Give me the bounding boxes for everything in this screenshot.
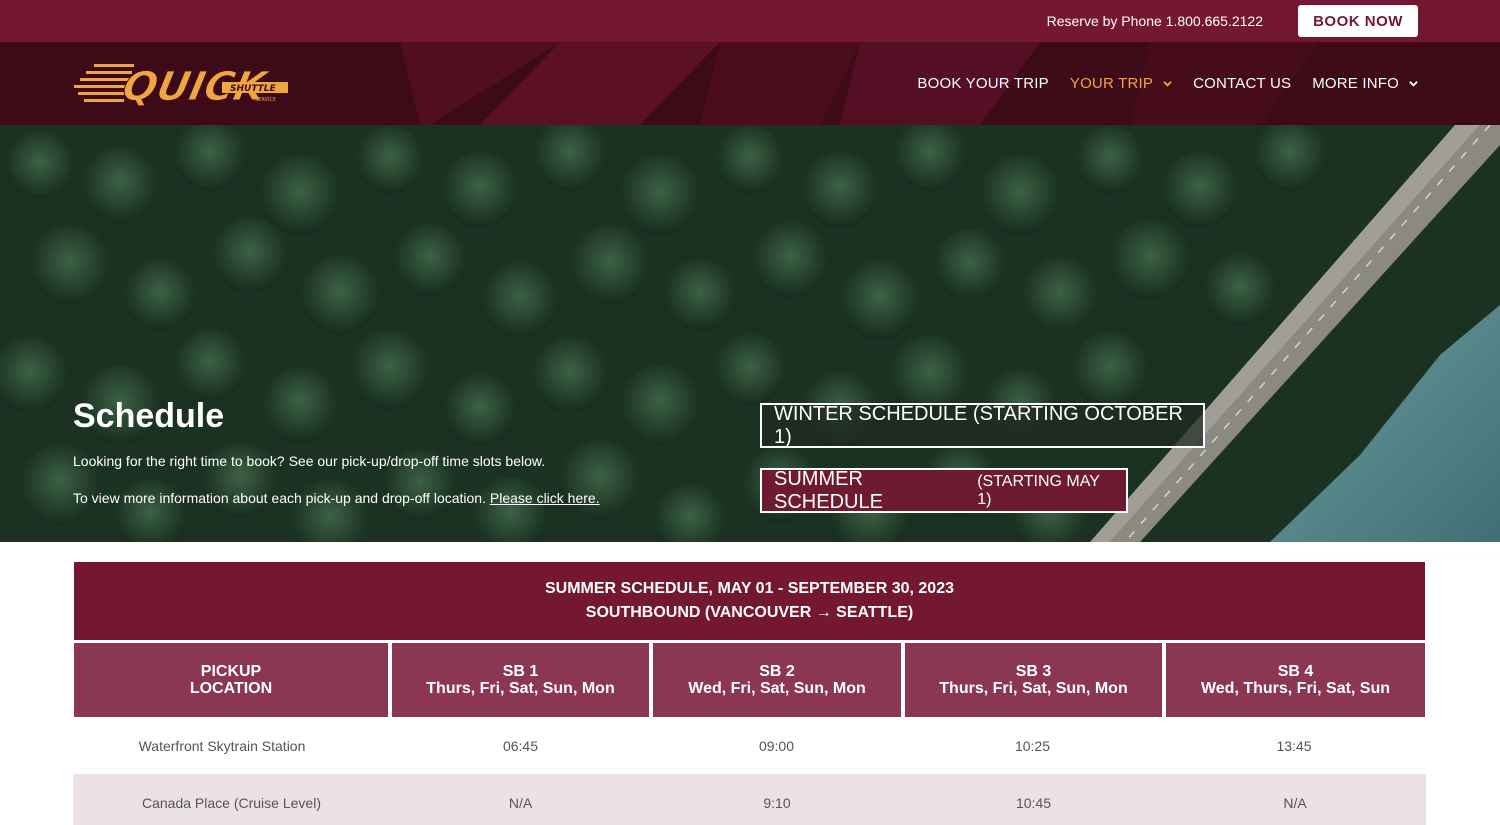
pickup-location-cell: Canada Place (Cruise Level) bbox=[142, 794, 321, 811]
chevron-down-icon bbox=[1163, 81, 1172, 87]
winter-schedule-label: WINTER SCHEDULE (STARTING OCTOBER 1) bbox=[774, 402, 1183, 448]
column-header-subtitle: LOCATION bbox=[189, 680, 273, 697]
column-header-title: SB 3 bbox=[1015, 663, 1052, 680]
nav-book-your-trip[interactable]: BOOK YOUR TRIP bbox=[917, 75, 1048, 92]
column-header-row: PICKUP LOCATION SB 1 Thurs, Fri, Sat, Su… bbox=[74, 643, 1425, 717]
pickup-location-cell: Waterfront Skytrain Station bbox=[138, 737, 306, 754]
winter-schedule-button[interactable]: WINTER SCHEDULE (STARTING OCTOBER 1) bbox=[760, 403, 1205, 448]
time-cell: 09:00 bbox=[758, 737, 795, 754]
time-cell: N/A bbox=[1283, 794, 1307, 811]
svg-text:SERVICE: SERVICE bbox=[255, 97, 276, 103]
quick-shuttle-logo[interactable]: QUICK SHUTTLE SERVICE bbox=[72, 56, 290, 112]
nav-more-info[interactable]: MORE INFO bbox=[1312, 75, 1418, 92]
column-header-title: SB 4 bbox=[1277, 663, 1314, 680]
column-header: SB 2 Wed, Fri, Sat, Sun, Mon bbox=[653, 643, 901, 717]
table-row: Waterfront Skytrain Station 06:45 09:00 … bbox=[74, 717, 1425, 774]
column-header: SB 1 Thurs, Fri, Sat, Sun, Mon bbox=[392, 643, 649, 717]
summer-schedule-button[interactable]: SUMMER SCHEDULE (STARTING MAY 1) bbox=[760, 468, 1128, 513]
svg-text:SHUTTLE: SHUTTLE bbox=[230, 84, 277, 94]
schedule-direction: SOUTHBOUND (VANCOUVER → SEATTLE) bbox=[585, 604, 914, 621]
nav-label: BOOK YOUR TRIP bbox=[917, 75, 1049, 92]
intro-text: Looking for the right time to book? See … bbox=[73, 453, 546, 469]
summer-schedule-sublabel: (STARTING MAY 1) bbox=[977, 472, 1100, 508]
column-header-subtitle: Thurs, Fri, Sat, Sun, Mon bbox=[939, 680, 1128, 697]
column-header-subtitle: Thurs, Fri, Sat, Sun, Mon bbox=[426, 680, 615, 697]
please-click-here-link[interactable]: Please click here. bbox=[490, 490, 600, 506]
nav-your-trip[interactable]: YOUR TRIP bbox=[1070, 75, 1172, 92]
column-header-subtitle: Wed, Fri, Sat, Sun, Mon bbox=[688, 680, 866, 697]
time-cell: 10:45 bbox=[1015, 794, 1052, 811]
schedule-header: SUMMER SCHEDULE, MAY 01 - SEPTEMBER 30, … bbox=[74, 562, 1425, 640]
time-cell: 10:25 bbox=[1014, 737, 1051, 754]
time-cell: 06:45 bbox=[502, 737, 539, 754]
time-cell: 9:10 bbox=[763, 794, 791, 811]
forest-background-image bbox=[0, 125, 1500, 542]
schedule-table: SUMMER SCHEDULE, MAY 01 - SEPTEMBER 30, … bbox=[73, 562, 1426, 825]
column-header-title: SB 2 bbox=[759, 663, 795, 680]
table-row: Canada Place (Cruise Level) N/A 9:10 10:… bbox=[73, 774, 1426, 825]
column-header: SB 3 Thurs, Fri, Sat, Sun, Mon bbox=[905, 643, 1162, 717]
schedule-title: SUMMER SCHEDULE, MAY 01 - SEPTEMBER 30, … bbox=[544, 580, 954, 597]
column-header: PICKUP LOCATION bbox=[74, 643, 388, 717]
column-header-subtitle: Wed, Thurs, Fri, Sat, Sun bbox=[1200, 680, 1391, 697]
location-info-label: To view more information about each pick… bbox=[73, 490, 486, 506]
column-header: SB 4 Wed, Thurs, Fri, Sat, Sun bbox=[1166, 643, 1425, 717]
nav-contact-us[interactable]: CONTACT US bbox=[1193, 75, 1291, 92]
nav-label: CONTACT US bbox=[1193, 75, 1292, 92]
time-cell: 13:45 bbox=[1276, 737, 1312, 754]
column-header-title: SB 1 bbox=[502, 663, 539, 680]
summer-schedule-label: SUMMER SCHEDULE bbox=[774, 467, 883, 513]
nav-label: MORE INFO bbox=[1312, 75, 1399, 92]
reserve-by-phone-text[interactable]: Reserve by Phone 1.800.665.2122 bbox=[1047, 13, 1263, 29]
book-now-button[interactable]: BOOK NOW bbox=[1298, 5, 1418, 37]
page-title: Schedule bbox=[73, 397, 225, 435]
location-info-text: To view more information about each pick… bbox=[73, 490, 600, 506]
time-cell: N/A bbox=[508, 794, 533, 811]
nav-menu: BOOK YOUR TRIP YOUR TRIP CONTACT US MORE… bbox=[896, 42, 1418, 125]
chevron-down-icon bbox=[1409, 81, 1418, 87]
hero-banner: Schedule Looking for the right time to b… bbox=[0, 125, 1500, 542]
main-navigation: QUICK SHUTTLE SERVICE BOOK YOUR TRIP YOU… bbox=[0, 42, 1500, 125]
nav-label: YOUR TRIP bbox=[1069, 75, 1154, 92]
top-bar: Reserve by Phone 1.800.665.2122 BOOK NOW bbox=[0, 0, 1500, 42]
column-header-title: PICKUP bbox=[200, 663, 262, 680]
